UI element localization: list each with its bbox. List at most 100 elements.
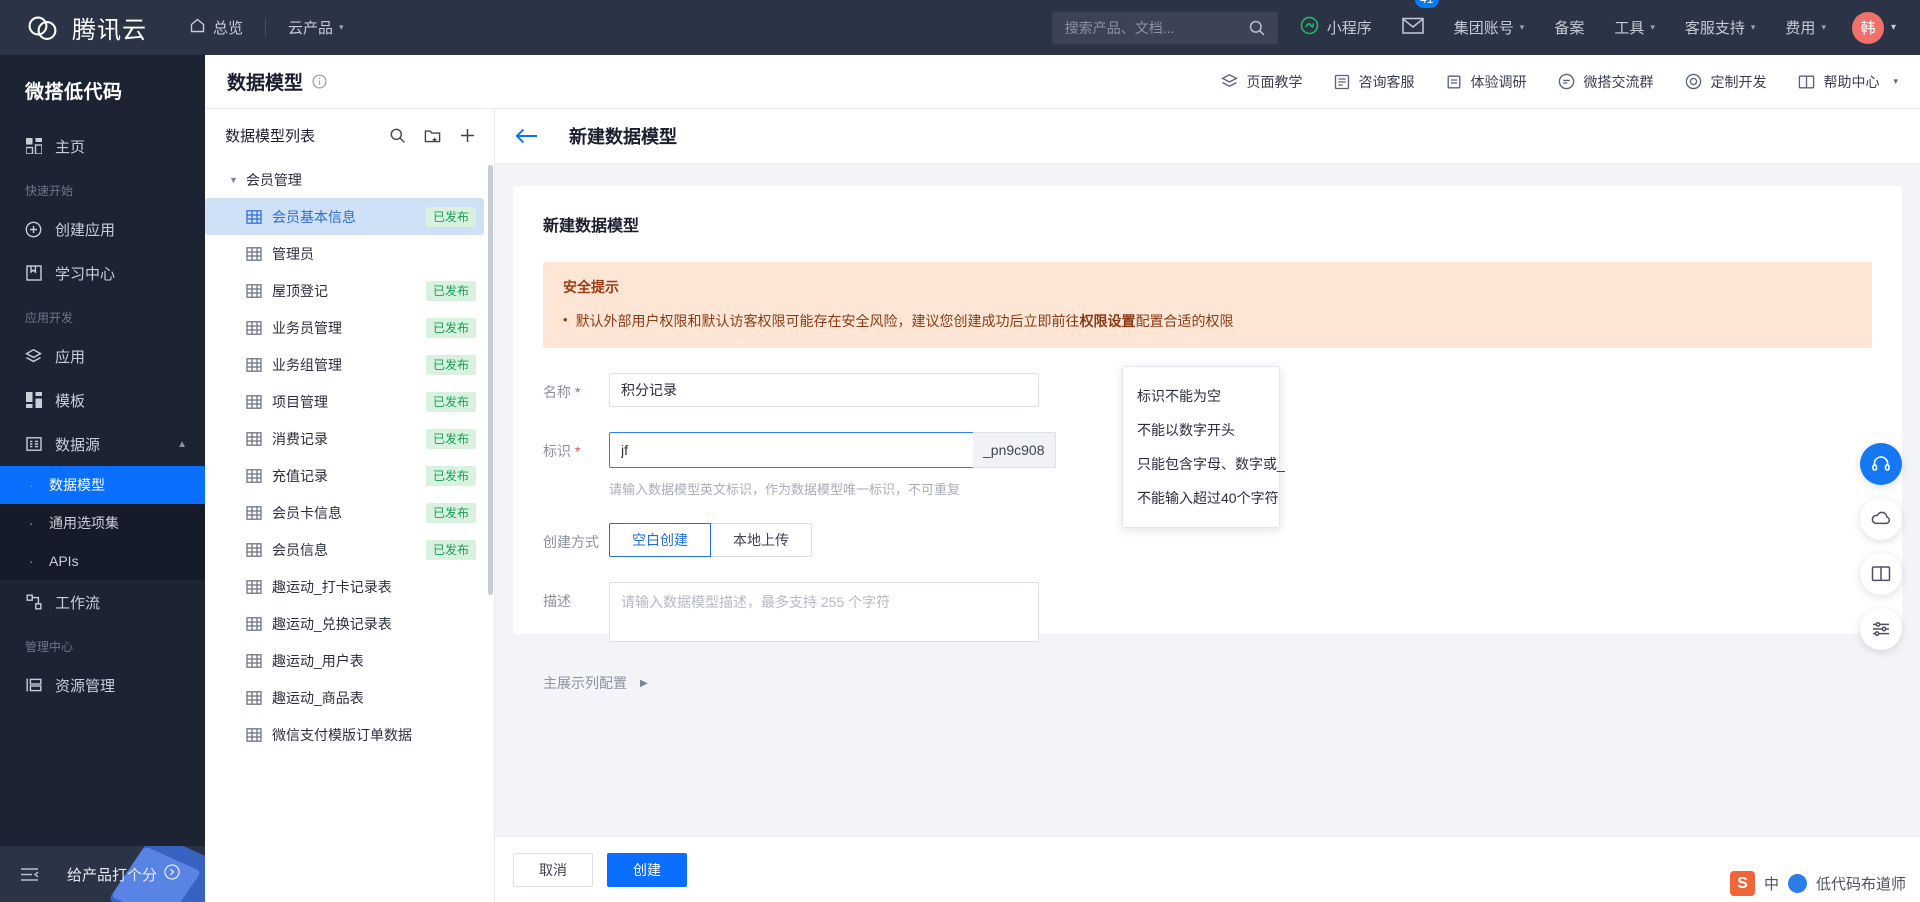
sidebar-item-data-model[interactable]: · 数据模型	[0, 466, 205, 504]
chevron-up-icon[interactable]: ▲	[177, 439, 187, 450]
card-title: 新建数据模型	[543, 218, 640, 235]
list-item[interactable]: 趣运动_用户表	[205, 642, 484, 679]
list-item[interactable]: 会员信息 已发布	[205, 531, 484, 568]
customer-service-button[interactable]	[1860, 443, 1902, 485]
description-textarea[interactable]	[609, 582, 1039, 642]
nav-support[interactable]: 客服支持 ▾	[1685, 0, 1756, 55]
list-item[interactable]: 消费记录 已发布	[205, 420, 484, 457]
list-item[interactable]: 微信支付模版订单数据	[205, 716, 484, 753]
floating-action-rail	[1860, 443, 1902, 663]
sidebar-item-workflow[interactable]: 工作流	[0, 580, 205, 624]
rate-product-button[interactable]: 给产品打个分	[67, 864, 180, 885]
global-search[interactable]	[1051, 11, 1278, 44]
list-item[interactable]: 业务员管理 已发布	[205, 309, 484, 346]
sidebar-item-resource-mgmt[interactable]: 资源管理	[0, 663, 205, 707]
sidebar-item-template[interactable]: 模板	[0, 378, 205, 422]
messages-button[interactable]: 41	[1402, 0, 1439, 55]
cloud-logo-icon	[26, 15, 59, 41]
identifier-input[interactable]	[609, 432, 973, 468]
sidebar-title: 微搭低代码	[25, 82, 123, 103]
table-icon	[246, 690, 262, 706]
docs-button[interactable]	[1860, 553, 1902, 595]
sidebar-item-home[interactable]: 主页	[0, 124, 205, 168]
action-page-tutorial-label: 页面教学	[1246, 73, 1303, 90]
chevron-down-icon: ▾	[339, 22, 344, 32]
settings-panel-button[interactable]	[1860, 608, 1902, 650]
sidebar-item-learning-center[interactable]: 学习中心	[0, 251, 205, 295]
nav-billing[interactable]: 费用 ▾	[1785, 0, 1826, 55]
table-icon	[246, 246, 262, 262]
create-button[interactable]: 创建	[607, 852, 687, 887]
list-item[interactable]: 趣运动_兑换记录表	[205, 605, 484, 642]
create-mode-blank-button[interactable]: 空白创建	[609, 523, 711, 557]
sidebar-item-option-sets[interactable]: · 通用选项集	[0, 504, 205, 542]
sidebar-item-apis[interactable]: · APIs	[0, 542, 205, 580]
search-icon[interactable]	[389, 127, 406, 144]
alert-link-permission-settings[interactable]: 权限设置	[1080, 313, 1136, 329]
form-row-identifier: 标识* _pn9c908 请输入数据模型英文标识，作为数据模型唯一标识，不可重复…	[543, 366, 1872, 528]
bullet-icon: •	[563, 312, 568, 327]
new-folder-icon[interactable]	[424, 127, 441, 144]
nav-mini-program-label: 小程序	[1326, 20, 1372, 37]
avatar-chevron-down-icon[interactable]: ▾	[1891, 22, 1896, 33]
main-display-column-config-toggle[interactable]: 主展示列配置 ▶	[543, 673, 1872, 693]
status-badge: 已发布	[425, 465, 476, 486]
add-model-icon[interactable]	[459, 127, 476, 144]
sidebar-item-create-app[interactable]: 创建应用	[0, 207, 205, 251]
list-item[interactable]: 会员基本信息 已发布	[205, 198, 484, 235]
list-item[interactable]: 项目管理 已发布	[205, 383, 484, 420]
description-label: 描述	[543, 593, 571, 609]
nav-cloud-products[interactable]: 云产品 ▾	[288, 0, 344, 55]
list-item[interactable]: 趣运动_商品表	[205, 679, 484, 716]
sidebar-item-template-label: 模板	[55, 392, 86, 410]
list-item-label: 趣运动_用户表	[272, 652, 364, 669]
back-arrow-icon[interactable]	[515, 127, 538, 145]
list-item-label: 会员基本信息	[272, 208, 356, 225]
avatar[interactable]: 韩	[1851, 11, 1884, 44]
create-mode-upload-button[interactable]: 本地上传	[710, 523, 812, 557]
detail-body: 新建数据模型 安全提示 • 默认外部用户权限和默认访客权限可能存在安全风险，建议…	[495, 164, 1920, 836]
list-item[interactable]: 业务组管理 已发布	[205, 346, 484, 383]
brand-name: 腾讯云	[72, 16, 147, 44]
feedback-button[interactable]	[1860, 498, 1902, 540]
collapse-sidebar-icon[interactable]	[20, 867, 39, 882]
list-item[interactable]: 趣运动_打卡记录表	[205, 568, 484, 605]
security-alert: 安全提示 • 默认外部用户权限和默认访客权限可能存在安全风险，建议您创建成功后立…	[543, 262, 1872, 348]
tree-group-member-management[interactable]: ▼ 会员管理	[205, 161, 494, 198]
sidebar-item-app[interactable]: 应用	[0, 334, 205, 378]
alert-text-after: 配置合适的权限	[1135, 313, 1234, 329]
sidebar-item-data-model-label: 数据模型	[49, 477, 105, 493]
list-item[interactable]: 管理员	[205, 235, 484, 272]
action-page-tutorial[interactable]: 页面教学	[1221, 72, 1302, 92]
nav-group-account[interactable]: 集团账号 ▾	[1454, 0, 1525, 55]
cancel-button[interactable]: 取消	[513, 852, 593, 887]
list-item-label: 屋顶登记	[272, 282, 328, 299]
nav-beian[interactable]: 备案	[1554, 0, 1584, 55]
status-badge: 已发布	[425, 428, 476, 449]
search-icon[interactable]	[1248, 19, 1266, 37]
list-scrollbar[interactable]	[488, 165, 493, 595]
action-custom-development[interactable]: 定制开发	[1685, 72, 1766, 92]
table-icon	[246, 431, 262, 447]
list-panel-title: 数据模型列表	[225, 127, 316, 145]
sogou-ime-icon: S	[1729, 871, 1755, 896]
nav-support-label: 客服支持	[1684, 20, 1745, 37]
sidebar-item-datasource[interactable]: 数据源 ▲	[0, 422, 205, 466]
list-item[interactable]: 充值记录 已发布	[205, 457, 484, 494]
action-community-group[interactable]: 微搭交流群	[1558, 72, 1653, 92]
name-input[interactable]	[609, 373, 1039, 407]
list-item[interactable]: 会员卡信息 已发布	[205, 494, 484, 531]
search-input[interactable]	[1051, 19, 1248, 36]
nav-cloud-products-label: 云产品	[288, 20, 334, 37]
action-help-center[interactable]: 帮助中心 ▾	[1798, 72, 1898, 92]
nav-tools[interactable]: 工具 ▾	[1614, 0, 1655, 55]
list-item[interactable]: 屋顶登记 已发布	[205, 272, 484, 309]
info-circle-icon[interactable]	[312, 74, 327, 89]
nav-overview[interactable]: 总览	[189, 0, 243, 55]
nav-mini-program[interactable]: 小程序	[1300, 0, 1372, 55]
action-experience-survey[interactable]: 体验调研	[1446, 72, 1526, 92]
book-icon	[1798, 74, 1815, 90]
tencent-cloud-logo[interactable]: 腾讯云	[26, 10, 147, 45]
identifier-input-group: _pn9c908	[609, 432, 1056, 468]
action-consult-support[interactable]: 咨询客服	[1334, 72, 1414, 92]
